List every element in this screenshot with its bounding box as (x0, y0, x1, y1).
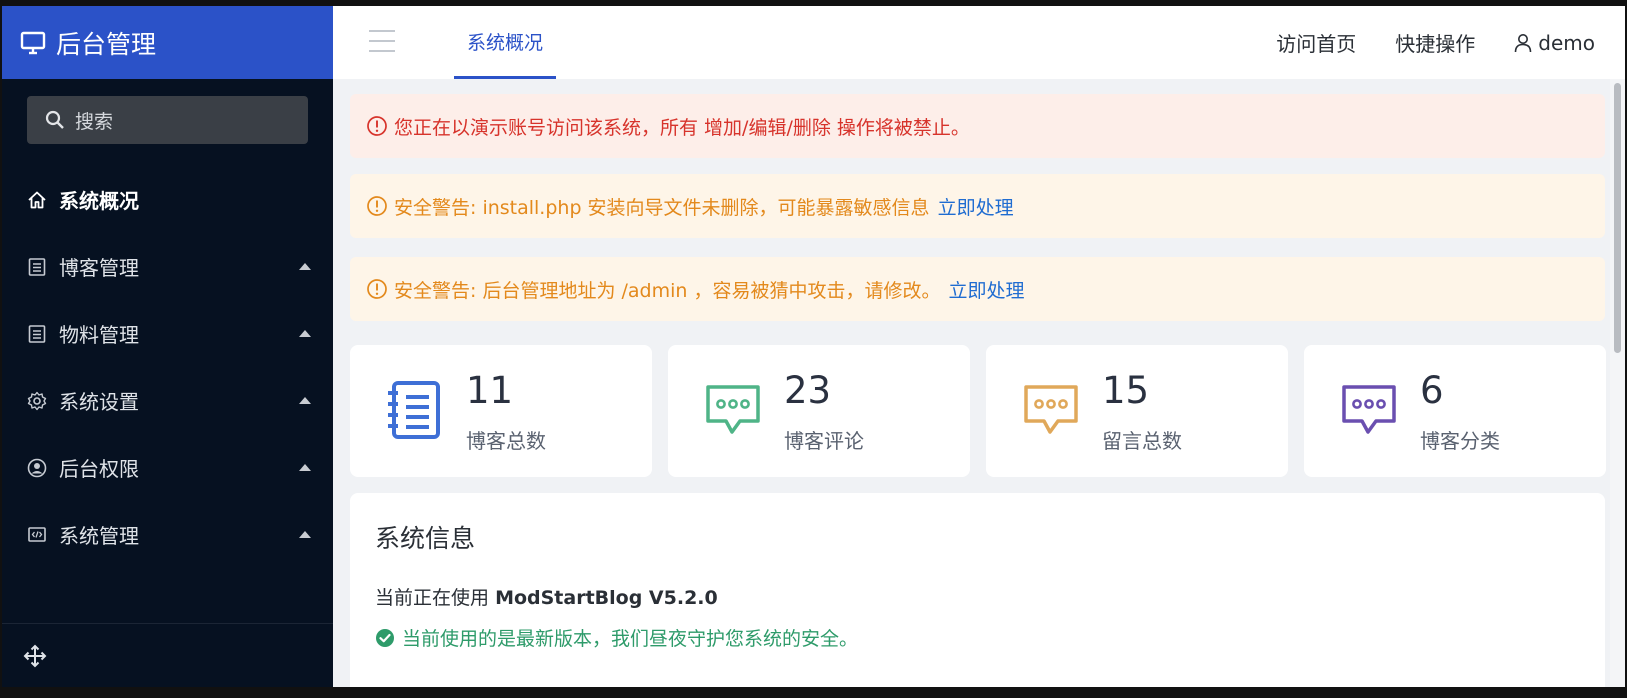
stat-label: 留言总数 (1102, 429, 1182, 453)
caret-up-icon (299, 530, 311, 538)
sidebar-item-label: 博客管理 (59, 256, 139, 280)
sidebar-item-blog[interactable]: 博客管理 (2, 233, 333, 300)
check-circle-icon (376, 628, 394, 647)
sidebar-item-label: 系统管理 (59, 524, 139, 548)
stat-label: 博客分类 (1420, 429, 1500, 453)
handle-now-link[interactable]: 立即处理 (938, 193, 1014, 220)
list-icon (26, 323, 48, 345)
product-version: ModStartBlog V5.2.0 (495, 587, 718, 609)
search-label: 搜索 (75, 110, 114, 133)
user-menu[interactable]: demo (1514, 31, 1595, 55)
search-icon (45, 110, 64, 129)
current-version-line: 当前正在使用 ModStartBlog V5.2.0 (375, 583, 718, 610)
caret-up-icon (299, 262, 311, 270)
caret-up-icon (299, 329, 311, 337)
demo-account-alert: 您正在以演示账号访问该系统，所有 增加/编辑/删除 操作将被禁止。 (350, 94, 1605, 158)
caret-up-icon (299, 463, 311, 471)
top-header: 系统概况 访问首页 快捷操作 demo (333, 6, 1625, 79)
sidebar-item-permissions[interactable]: 后台权限 (2, 434, 333, 501)
stat-label: 博客评论 (784, 429, 864, 453)
sidebar: 后台管理 搜索 系统概况 博客管理 物料管理 系统设置 后台权限 系统管理 (2, 6, 333, 687)
panel-title: 系统信息 (375, 524, 476, 553)
visit-home-link[interactable]: 访问首页 (1276, 28, 1356, 57)
code-icon (26, 524, 48, 546)
alert-text: 安全警告: install.php 安装向导文件未删除，可能暴露敏感信息 (394, 196, 930, 219)
status-text: 当前使用的是最新版本，我们昼夜守护您系统的安全。 (402, 628, 859, 650)
quick-actions-link[interactable]: 快捷操作 (1395, 28, 1475, 57)
info-circle-icon (366, 115, 388, 137)
sidebar-item-label: 系统设置 (59, 390, 139, 414)
hamburger-icon[interactable] (369, 30, 395, 52)
main-content: 您正在以演示账号访问该系统，所有 增加/编辑/删除 操作将被禁止。 安全警告: … (333, 79, 1610, 687)
sidebar-search[interactable]: 搜索 (27, 96, 308, 144)
stat-value: 23 (784, 369, 832, 412)
info-circle-icon (366, 195, 388, 217)
stat-card-blog-total[interactable]: 11 博客总数 (350, 345, 652, 477)
sidebar-item-overview[interactable]: 系统概况 (2, 166, 333, 233)
stat-value: 15 (1102, 369, 1150, 412)
user-circle-icon (26, 457, 48, 479)
version-status: 当前使用的是最新版本，我们昼夜守护您系统的安全。 (375, 624, 858, 651)
alert-text: 安全警告: 后台管理地址为 /admin ，容易被猜中攻击，请修改。 (394, 279, 941, 302)
alert-text: 您正在以演示账号访问该系统，所有 增加/编辑/删除 操作将被禁止。 (394, 116, 970, 139)
stat-card-messages[interactable]: 15 留言总数 (986, 345, 1288, 477)
sidebar-footer (2, 623, 333, 687)
comment-icon (706, 385, 760, 434)
sidebar-item-material[interactable]: 物料管理 (2, 300, 333, 367)
comment-icon (1024, 385, 1078, 434)
list-icon (26, 256, 48, 278)
admin-path-warning-alert: 安全警告: 后台管理地址为 /admin ，容易被猜中攻击，请修改。 立即处理 (350, 257, 1605, 321)
header-links: 访问首页 快捷操作 demo (1276, 6, 1625, 79)
stat-label: 博客总数 (466, 429, 546, 453)
sidebar-item-label: 系统概况 (59, 189, 139, 213)
sidebar-item-system[interactable]: 系统管理 (2, 501, 333, 568)
brand-title: 后台管理 (56, 29, 157, 59)
stat-value: 11 (466, 369, 514, 412)
monitor-icon (20, 31, 46, 54)
gear-icon (26, 390, 48, 412)
sidebar-item-label: 物料管理 (59, 323, 139, 347)
caret-up-icon (299, 396, 311, 404)
username: demo (1538, 30, 1595, 55)
install-warning-alert: 安全警告: install.php 安装向导文件未删除，可能暴露敏感信息 立即处… (350, 174, 1605, 238)
notebook-icon (388, 381, 440, 439)
brand-header[interactable]: 后台管理 (2, 6, 333, 79)
move-icon[interactable] (22, 643, 48, 669)
scrollbar-thumb[interactable] (1614, 83, 1621, 353)
comment-icon (1342, 385, 1396, 434)
sidebar-item-label: 后台权限 (59, 457, 139, 481)
sidebar-item-settings[interactable]: 系统设置 (2, 367, 333, 434)
handle-now-link[interactable]: 立即处理 (948, 276, 1024, 303)
user-icon (1514, 33, 1532, 52)
app-window: 后台管理 搜索 系统概况 博客管理 物料管理 系统设置 后台权限 系统管理 系统… (2, 6, 1625, 687)
stat-card-categories[interactable]: 6 博客分类 (1304, 345, 1606, 477)
sidebar-menu: 系统概况 博客管理 物料管理 系统设置 后台权限 系统管理 (2, 166, 333, 568)
system-info-panel: 系统信息 当前正在使用 ModStartBlog V5.2.0 当前使用的是最新… (350, 493, 1605, 687)
tab-overview[interactable]: 系统概况 (454, 6, 556, 79)
stat-value: 6 (1420, 369, 1444, 412)
home-icon (26, 189, 48, 211)
using-prefix: 当前正在使用 (375, 587, 490, 609)
stat-card-blog-comments[interactable]: 23 博客评论 (668, 345, 970, 477)
content-scrollbar[interactable] (1610, 79, 1625, 687)
info-circle-icon (366, 278, 388, 300)
